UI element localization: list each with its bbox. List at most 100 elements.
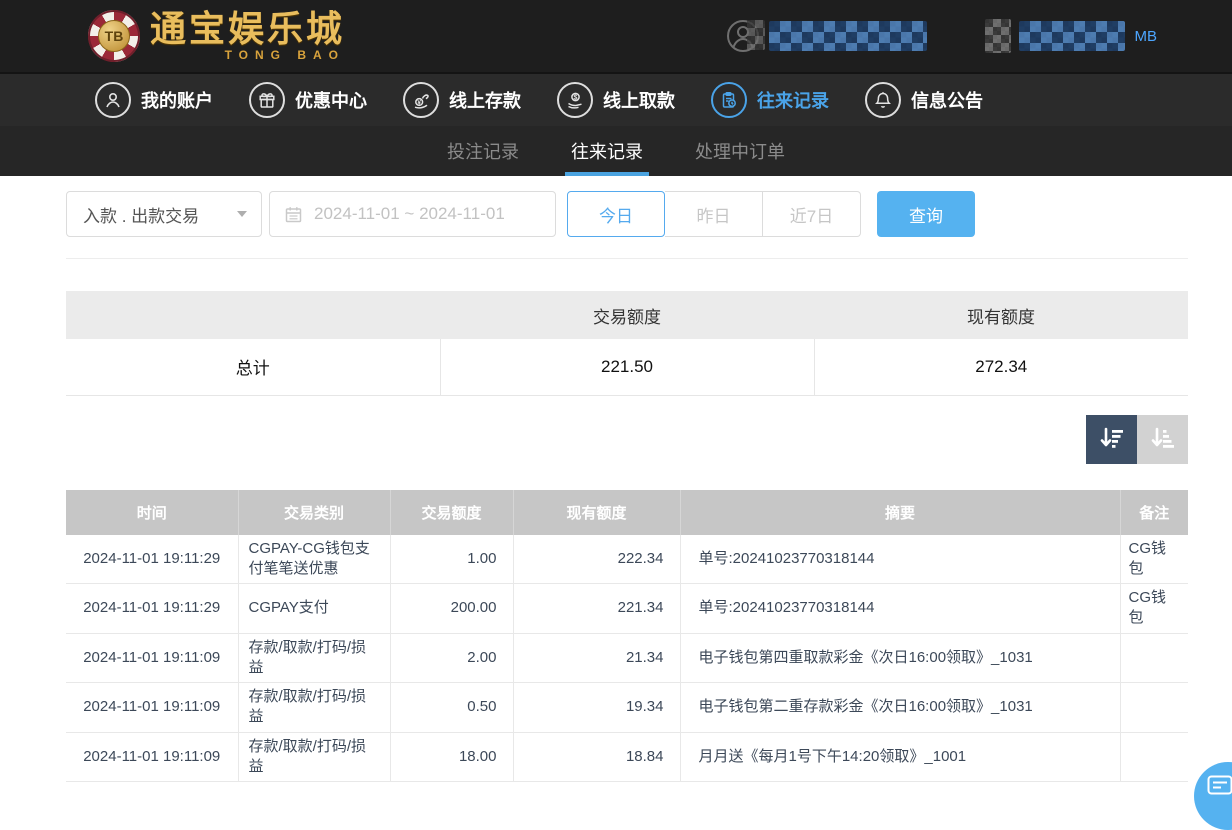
nav-label: 我的账户 (141, 87, 213, 113)
cell-summary: 月月送《每月1号下午14:20领取》_1001 (680, 732, 1120, 782)
date-range-input[interactable]: 2024-11-01 ~ 2024-11-01 (269, 191, 556, 237)
select-value: 入款 . 出款交易 (83, 202, 199, 227)
tab-label: 投注记录 (447, 138, 519, 164)
nav-label: 线上取款 (603, 87, 675, 113)
filter-row: 入款 . 出款交易 2024-11-01 ~ 2024-11-01 今日 昨日 (66, 191, 1188, 237)
col-header-amount: 交易额度 (390, 490, 513, 535)
table-row: 2024-11-01 19:11:29 CGPAY-CG钱包支付笔笔送优惠 1.… (66, 535, 1188, 584)
table-header-row: 时间 交易类别 交易额度 现有额度 摘要 备注 (66, 490, 1188, 535)
tab-pending-orders[interactable]: 处理中订单 (693, 126, 787, 176)
cell-balance: 18.84 (513, 732, 680, 782)
table-row: 2024-11-01 19:11:29 CGPAY支付 200.00 221.3… (66, 584, 1188, 634)
nav-item-withdraw[interactable]: $ 线上取款 (557, 82, 675, 118)
summary-header-transaction: 交易额度 (440, 291, 814, 339)
cell-summary: 电子钱包第四重取款彩金《次日16:00领取》_1031 (680, 633, 1120, 683)
nav-item-announcements[interactable]: 信息公告 (865, 82, 983, 118)
main-content: 入款 . 出款交易 2024-11-01 ~ 2024-11-01 今日 昨日 (66, 191, 1188, 782)
cell-summary: 电子钱包第二重存款彩金《次日16:00领取》_1031 (680, 683, 1120, 733)
cell-time: 2024-11-01 19:11:29 (66, 584, 238, 634)
svg-text:¥: ¥ (417, 99, 421, 106)
cell-amount: 1.00 (390, 535, 513, 584)
svg-text:$: $ (574, 94, 578, 101)
col-header-summary: 摘要 (680, 490, 1120, 535)
summary-total-balance: 272.34 (814, 339, 1188, 395)
tab-label: 处理中订单 (695, 138, 785, 164)
record-tabs: 投注记录 往来记录 处理中订单 (0, 126, 1232, 176)
table-row: 2024-11-01 19:11:09 存款/取款/打码/损益 2.00 21.… (66, 633, 1188, 683)
main-navigation: 我的账户 优惠中心 ¥ 线上存款 $ (0, 72, 1232, 126)
sort-ascending-icon (1149, 425, 1177, 453)
brand-name: 通宝娱乐城 (150, 10, 345, 48)
transaction-type-select[interactable]: 入款 . 出款交易 (66, 191, 262, 237)
transactions-table: 时间 交易类别 交易额度 现有额度 摘要 备注 2024-11-01 19:11… (66, 490, 1188, 783)
username-redacted (769, 21, 927, 51)
balance-icon-redacted (985, 19, 1011, 53)
records-clipboard-icon (711, 82, 747, 118)
cell-note (1120, 683, 1188, 733)
username-group[interactable] (725, 18, 927, 54)
cell-note: CG钱包 (1120, 535, 1188, 584)
table-row: 2024-11-01 19:11:09 存款/取款/打码/损益 0.50 19.… (66, 683, 1188, 733)
customer-service-button[interactable] (1194, 762, 1232, 830)
tab-transaction-records[interactable]: 往来记录 (569, 126, 645, 176)
cell-type: CGPAY支付 (238, 584, 390, 634)
cell-note: CG钱包 (1120, 584, 1188, 634)
col-header-balance: 现有额度 (513, 490, 680, 535)
cell-balance: 21.34 (513, 633, 680, 683)
user-area: MB (725, 18, 1158, 54)
avatar-icon (725, 18, 761, 54)
section-divider (66, 258, 1188, 259)
summary-total-transaction: 221.50 (440, 339, 814, 395)
cell-type: CGPAY-CG钱包支付笔笔送优惠 (238, 535, 390, 584)
summary-total-row: 总计 221.50 272.34 (66, 339, 1188, 395)
summary-header-balance: 现有额度 (814, 291, 1188, 339)
cell-type: 存款/取款/打码/损益 (238, 633, 390, 683)
quick-btn-yesterday[interactable]: 昨日 (665, 191, 763, 237)
quick-btn-today[interactable]: 今日 (567, 191, 665, 237)
brand-text: 通宝娱乐城 TONG BAO (150, 10, 345, 62)
quick-btn-label: 今日 (599, 202, 633, 227)
query-button[interactable]: 查询 (877, 191, 975, 237)
nav-label: 往来记录 (757, 87, 829, 113)
brand-latin: TONG BAO (225, 48, 345, 62)
top-header: TB 通宝娱乐城 TONG BAO MB (0, 0, 1232, 72)
cell-time: 2024-11-01 19:11:09 (66, 683, 238, 733)
col-header-time: 时间 (66, 490, 238, 535)
cell-amount: 2.00 (390, 633, 513, 683)
chevron-down-icon (237, 211, 247, 217)
date-range-value: 2024-11-01 ~ 2024-11-01 (314, 204, 505, 224)
nav-item-deposit[interactable]: ¥ 线上存款 (403, 82, 521, 118)
nav-label: 优惠中心 (295, 87, 367, 113)
balance-redacted (1019, 21, 1125, 51)
sort-descending-icon (1098, 425, 1126, 453)
cell-type: 存款/取款/打码/损益 (238, 732, 390, 782)
sort-controls (66, 415, 1188, 464)
withdraw-hand-coin-icon: $ (557, 82, 593, 118)
summary-header-blank (66, 291, 440, 339)
cell-summary: 单号:20241023770318144 (680, 535, 1120, 584)
nav-label: 信息公告 (911, 87, 983, 113)
sort-ascending-button[interactable] (1137, 415, 1188, 464)
summary-table: 交易额度 现有额度 总计 221.50 272.34 (66, 291, 1188, 396)
sort-descending-button[interactable] (1086, 415, 1137, 464)
nav-item-promotions[interactable]: 优惠中心 (249, 82, 367, 118)
cell-time: 2024-11-01 19:11:29 (66, 535, 238, 584)
chip-monogram: TB (98, 20, 130, 52)
quick-btn-last7days[interactable]: 近7日 (763, 191, 861, 237)
gift-icon (249, 82, 285, 118)
nav-item-my-account[interactable]: 我的账户 (95, 82, 213, 118)
quick-btn-label: 近7日 (790, 202, 833, 227)
cell-time: 2024-11-01 19:11:09 (66, 732, 238, 782)
balance-group[interactable]: MB (985, 19, 1158, 53)
brand-logo[interactable]: TB 通宝娱乐城 TONG BAO (88, 10, 345, 62)
chat-card-icon (1207, 775, 1232, 797)
cell-balance: 222.34 (513, 535, 680, 584)
summary-header-row: 交易额度 现有额度 (66, 291, 1188, 339)
cell-amount: 0.50 (390, 683, 513, 733)
tab-betting-records[interactable]: 投注记录 (445, 126, 521, 176)
user-icon (95, 82, 131, 118)
nav-item-transaction-records[interactable]: 往来记录 (711, 82, 829, 118)
quick-btn-label: 昨日 (697, 202, 731, 227)
cell-summary: 单号:20241023770318144 (680, 584, 1120, 634)
tab-label: 往来记录 (571, 138, 643, 164)
